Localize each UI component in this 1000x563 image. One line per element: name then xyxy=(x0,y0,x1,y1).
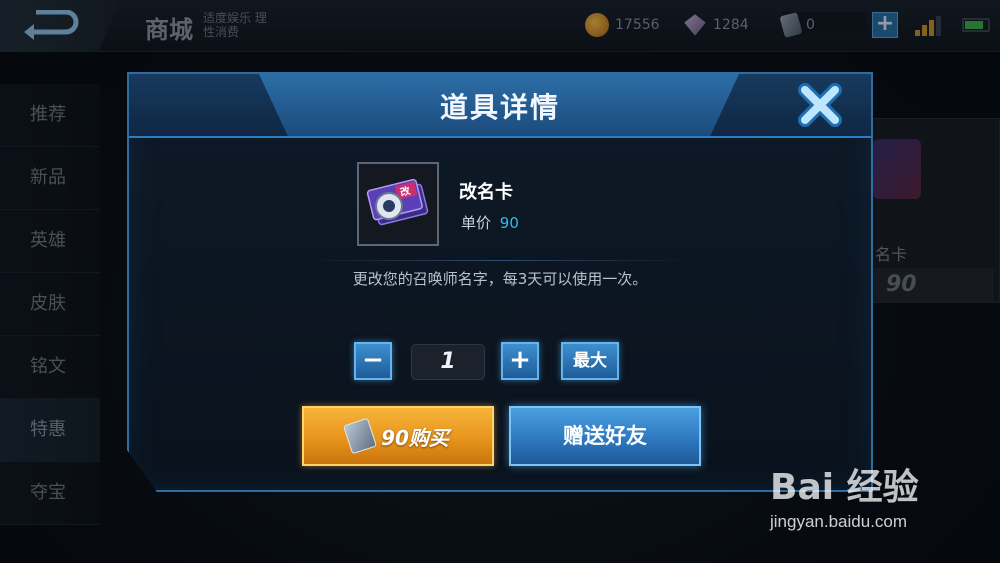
item-icon: 改 xyxy=(357,162,439,246)
item-name: 改名卡 xyxy=(459,182,513,203)
rename-card-icon: 改 xyxy=(359,164,437,244)
watermark-logo: Bai 经验 xyxy=(770,467,919,508)
decrease-quantity-button[interactable]: − xyxy=(354,342,392,380)
watermark: Bai 经验 jingyan.baidu.com xyxy=(770,458,990,548)
item-detail-dialog: 道具详情 改 改名卡 单价 90 更改您的召唤师名字，每3天可以使用一次。 − … xyxy=(127,72,873,492)
close-icon xyxy=(798,83,842,127)
increase-quantity-button[interactable]: + xyxy=(501,342,539,380)
watermark-url: jingyan.baidu.com xyxy=(770,512,908,531)
dialog-title: 道具详情 xyxy=(439,91,560,124)
coupon-icon xyxy=(343,417,378,455)
divider xyxy=(309,260,689,261)
unit-price: 单价 90 xyxy=(461,212,519,233)
quantity-field[interactable]: 1 xyxy=(411,344,485,380)
buy-button-label: 90购买 xyxy=(381,425,449,450)
close-button[interactable] xyxy=(797,82,843,128)
buy-button[interactable]: 90购买 xyxy=(302,406,494,466)
shop-screen: 商城 适度娱乐 理性消费 17556 1284 0 + 推荐 新品 英雄 皮肤 … xyxy=(0,0,1000,563)
max-quantity-button[interactable]: 最大 xyxy=(561,342,619,380)
gift-to-friend-button[interactable]: 赠送好友 xyxy=(509,406,701,466)
dialog-header: 道具详情 xyxy=(129,74,871,138)
unit-price-label: 单价 xyxy=(461,214,492,232)
item-description: 更改您的召唤师名字，每3天可以使用一次。 xyxy=(352,270,648,288)
unit-price-value: 90 xyxy=(499,214,519,232)
